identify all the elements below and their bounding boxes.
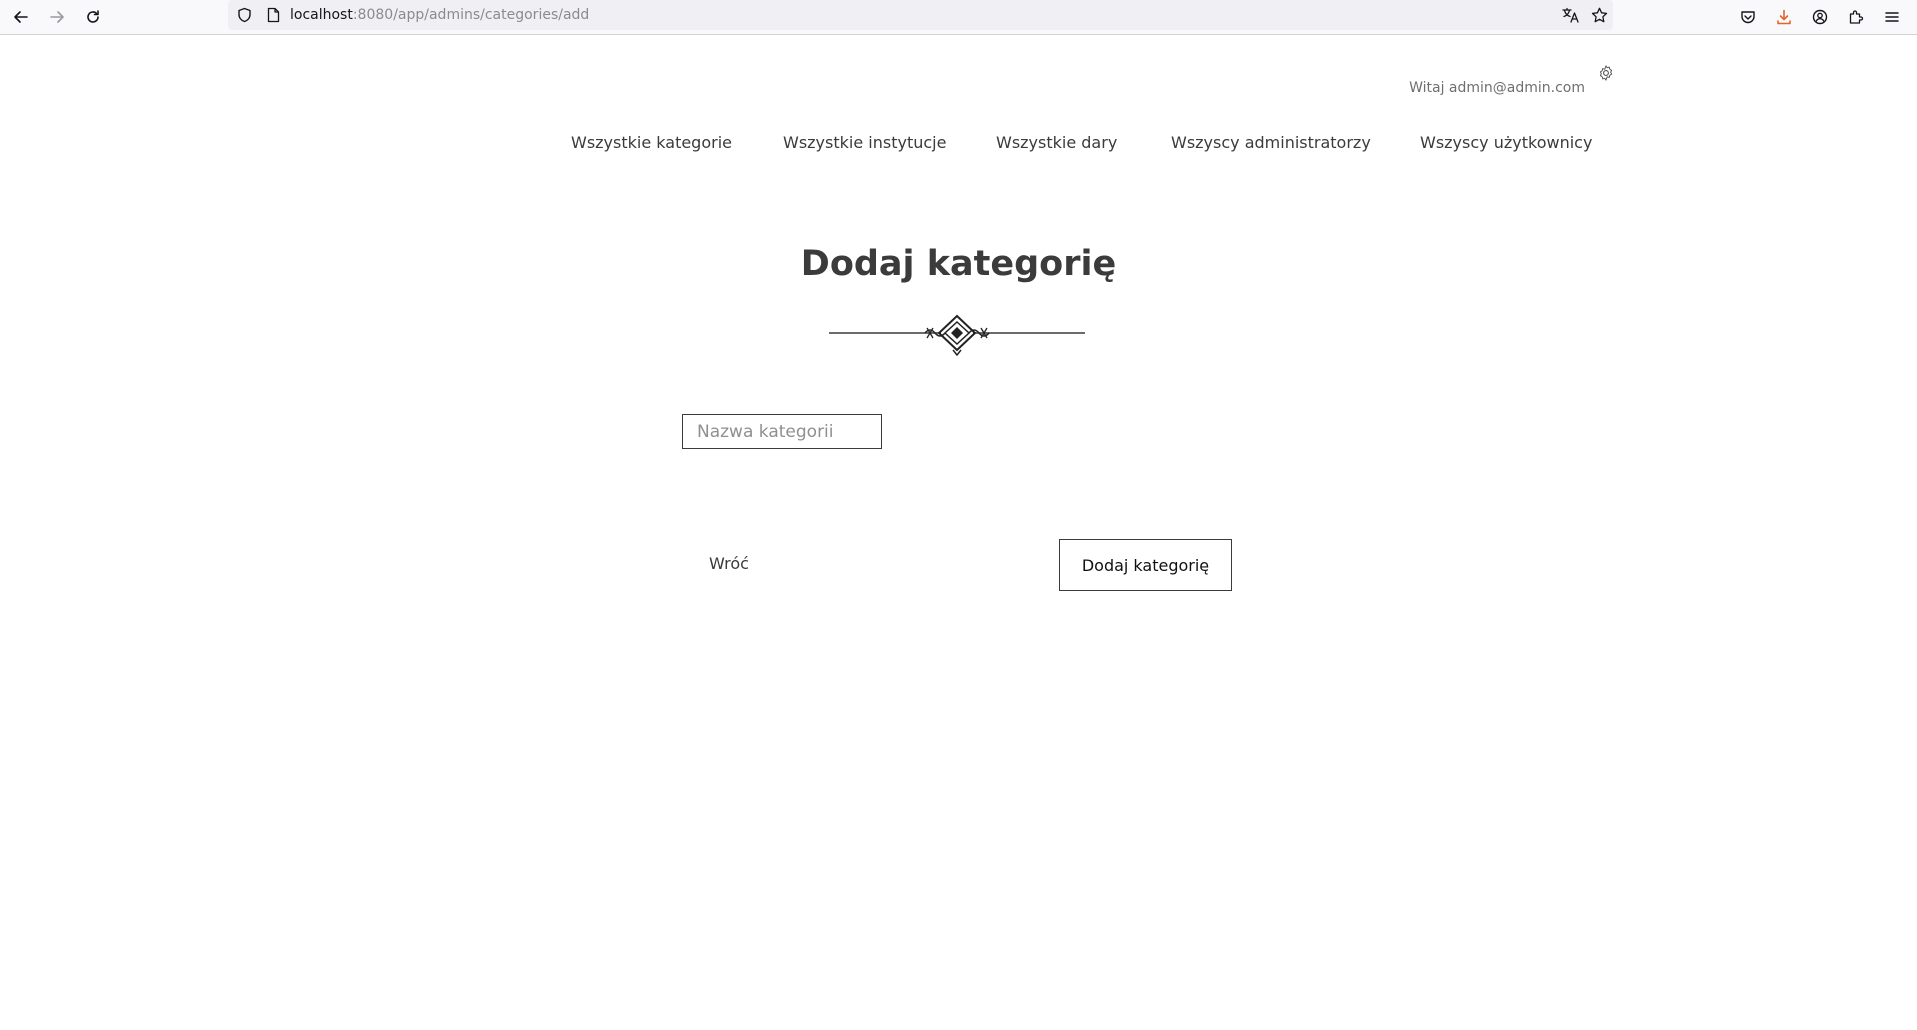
star-icon: [1591, 7, 1607, 23]
account-icon: [1812, 9, 1828, 25]
download-icon: [1777, 9, 1791, 25]
downloads-button[interactable]: [1771, 4, 1797, 30]
pocket-button[interactable]: [1735, 4, 1761, 30]
arrow-right-icon: [50, 11, 64, 23]
pocket-icon: [1741, 11, 1755, 24]
bookmark-button[interactable]: [1586, 2, 1612, 28]
account-button[interactable]: [1807, 4, 1833, 30]
translate-button[interactable]: [1558, 2, 1584, 28]
shield-icon[interactable]: [236, 7, 252, 23]
decorative-divider-icon: [829, 312, 1085, 357]
nav-item-categories[interactable]: Wszystkie kategorie: [571, 133, 732, 152]
reload-button[interactable]: [80, 4, 106, 30]
puzzle-icon: [1849, 10, 1864, 24]
main-nav: Wszystkie kategorie Wszystkie instytucje…: [0, 133, 1917, 157]
back-button[interactable]: [8, 4, 34, 30]
translate-icon: [1562, 7, 1579, 23]
back-link[interactable]: Wróć: [709, 554, 749, 573]
url-path: :8080/app/admins/categories/add: [352, 7, 590, 23]
url-bar[interactable]: localhost:8080/app/admins/categories/add: [228, 0, 1613, 30]
add-category-button[interactable]: Dodaj kategorię: [1059, 539, 1232, 591]
greeting-text: Witaj admin@admin.com: [1409, 80, 1585, 96]
nav-item-institutions[interactable]: Wszystkie instytucje: [783, 133, 946, 152]
nav-item-admins[interactable]: Wszyscy administratorzy: [1171, 133, 1371, 152]
nav-item-donations[interactable]: Wszystkie dary: [996, 133, 1117, 152]
settings-button[interactable]: [1597, 64, 1615, 82]
browser-toolbar: localhost:8080/app/admins/categories/add: [0, 0, 1917, 35]
menu-button[interactable]: [1879, 4, 1905, 30]
gear-icon: [1599, 65, 1613, 81]
arrow-left-icon: [14, 11, 28, 23]
page-icon: [265, 7, 281, 23]
url-host: localhost: [290, 7, 353, 23]
url-text[interactable]: localhost:8080/app/admins/categories/add: [290, 7, 589, 23]
extensions-button[interactable]: [1843, 4, 1869, 30]
forward-button[interactable]: [44, 4, 70, 30]
hamburger-menu-icon: [1885, 12, 1899, 22]
page-title: Dodaj kategorię: [800, 244, 1117, 284]
category-name-input[interactable]: [682, 414, 882, 449]
reload-icon: [87, 10, 99, 23]
nav-item-users[interactable]: Wszyscy użytkownicy: [1420, 133, 1592, 152]
